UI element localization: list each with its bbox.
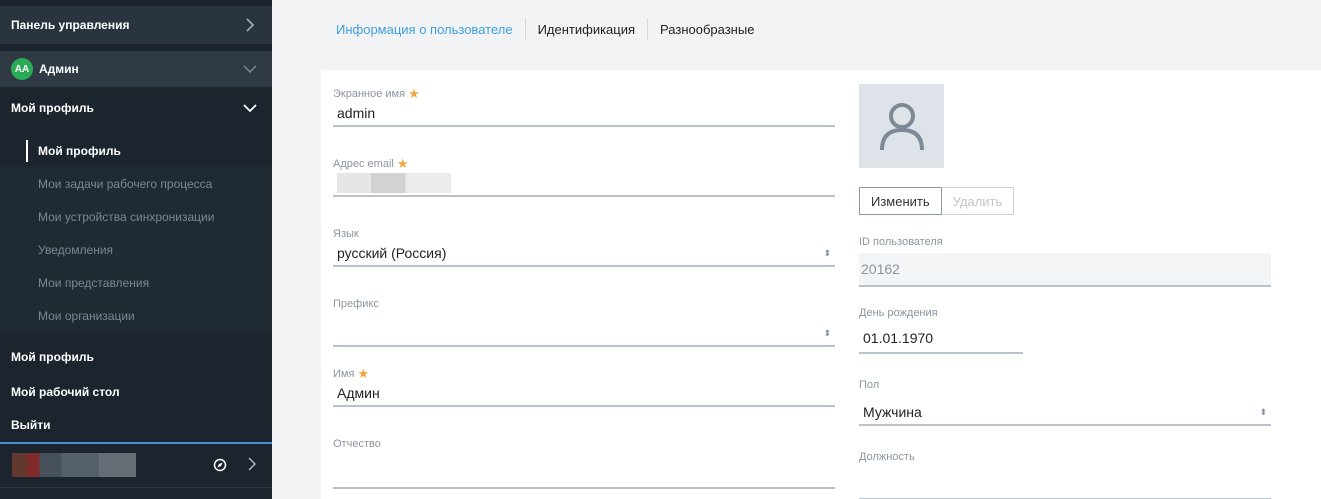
birthday-label: День рождения [859,307,938,319]
compass-icon[interactable] [213,458,227,472]
sidebar-link-label: Мой рабочий стол [11,384,120,399]
sidebar-item-notifications[interactable]: Уведомления [0,233,272,266]
avatar: AA [11,58,33,80]
first-name-label: Имя [333,368,355,380]
sidebar-item-my-organizations[interactable]: Мои организации [0,299,272,332]
sort-arrows-icon: ⬍ [1259,406,1267,417]
first-name-field: Имя ★ Админ [333,366,835,407]
gender-select[interactable]: Мужчина ⬍ [859,400,1271,424]
site-logo-blurred [12,453,136,477]
sidebar-item-label: Мои представления [38,275,150,290]
screen-name-input[interactable]: admin [333,101,835,125]
sidebar-item-label: Мои устройства синхронизации [38,209,215,224]
middle-name-field: Отчество [333,437,835,489]
sidebar-item-label: Мои организации [38,308,135,323]
job-title-field: Должность [859,450,1271,499]
email-value-blurred [337,173,451,193]
chevron-down-icon [243,104,257,113]
input-underline [333,265,835,267]
control-panel-toggle[interactable]: Панель управления [0,6,272,44]
language-field: Язык русский (Россия) ⬍ [333,227,835,267]
gender-field: Пол Мужчина ⬍ [859,378,1271,426]
job-title-input[interactable] [859,474,1271,498]
input-underline [333,345,835,347]
my-profile-section-toggle[interactable]: Мой профиль [0,92,272,124]
input-underline [859,352,1023,354]
sidebar-link-my-profile[interactable]: Мой профиль [0,340,272,373]
input-underline [333,487,835,489]
prefix-label: Префикс [333,298,379,310]
site-selector[interactable] [0,442,272,484]
language-select[interactable]: русский (Россия) ⬍ [333,241,835,265]
input-underline [333,125,835,127]
required-star-icon: ★ [408,86,420,101]
sidebar-link-label: Выйти [11,417,51,432]
screen-name-label: Экранное имя [333,88,406,100]
user-form-card: Экранное имя ★ admin Адрес email ★ Язык ру… [321,70,1321,499]
user-menu-toggle[interactable]: AA Админ [0,51,272,87]
tab-user-information[interactable]: Информация о пользователе [336,18,525,40]
birthday-input[interactable]: 01.01.1970 [859,326,1023,350]
language-label: Язык [333,228,359,240]
middle-name-label: Отчество [333,438,381,450]
chevron-down-icon [243,65,257,74]
user-icon [879,103,924,151]
delete-photo-button[interactable]: Удалить [941,187,1015,215]
sidebar-link-my-dashboard[interactable]: Мой рабочий стол [0,375,272,408]
user-id-input: 20162 [859,253,1271,285]
email-input[interactable] [333,171,835,195]
chevron-right-icon [248,457,257,471]
input-underline [859,424,1271,426]
sort-arrows-icon: ⬍ [823,327,831,338]
user-id-field: ID пользователя 20162 [859,235,1271,287]
tab-identification[interactable]: Идентификация [524,18,647,40]
tab-bar: Информация о пользователе Идентификация … [272,8,1321,50]
required-star-icon: ★ [357,366,370,381]
sidebar-item-label: Уведомления [38,242,114,257]
input-underline [333,405,835,407]
input-underline [859,285,1271,287]
input-underline [333,195,835,197]
job-title-label: Должность [859,451,915,463]
change-photo-button[interactable]: Изменить [859,187,942,215]
screen-name-field: Экранное имя ★ admin [333,86,835,127]
sidebar-link-logout[interactable]: Выйти [0,408,272,441]
prefix-field: Префикс ⬍ [333,297,835,347]
first-name-input[interactable]: Админ [333,381,835,405]
sidebar-item-my-profile[interactable]: Мой профиль [0,134,272,167]
sidebar-item-sync-devices[interactable]: Мои устройства синхронизации [0,200,272,233]
middle-name-input[interactable] [333,463,835,487]
prefix-select[interactable]: ⬍ [333,321,835,345]
email-field: Адрес email ★ [333,156,835,197]
sidebar-item-label: Мой профиль [38,143,121,158]
tab-miscellaneous[interactable]: Разнообразные [647,18,766,40]
required-star-icon: ★ [396,156,409,171]
gender-label: Пол [859,379,880,391]
birthday-field: День рождения 01.01.1970 [859,306,1023,354]
sidebar-item-label: Мои задачи рабочего процесса [38,176,213,191]
user-name: Админ [39,62,79,76]
photo-buttons: Изменить Удалить [859,187,1015,215]
user-id-label: ID пользователя [859,236,943,248]
sidebar: Панель управления AA Админ Мой профиль М… [0,0,272,499]
sidebar-item-workflow-tasks[interactable]: Мои задачи рабочего процесса [0,167,272,200]
chevron-right-icon [246,18,255,32]
main-content: Информация о пользователе Идентификация … [272,0,1321,499]
user-photo [859,84,944,168]
sidebar-link-label: Мой профиль [11,349,94,364]
divider [0,487,272,488]
sidebar-item-my-views[interactable]: Мои представления [0,266,272,299]
email-label: Адрес email [333,158,394,170]
sort-arrows-icon: ⬍ [823,247,831,258]
control-panel-label: Панель управления [11,18,130,32]
section-label: Мой профиль [11,101,94,115]
